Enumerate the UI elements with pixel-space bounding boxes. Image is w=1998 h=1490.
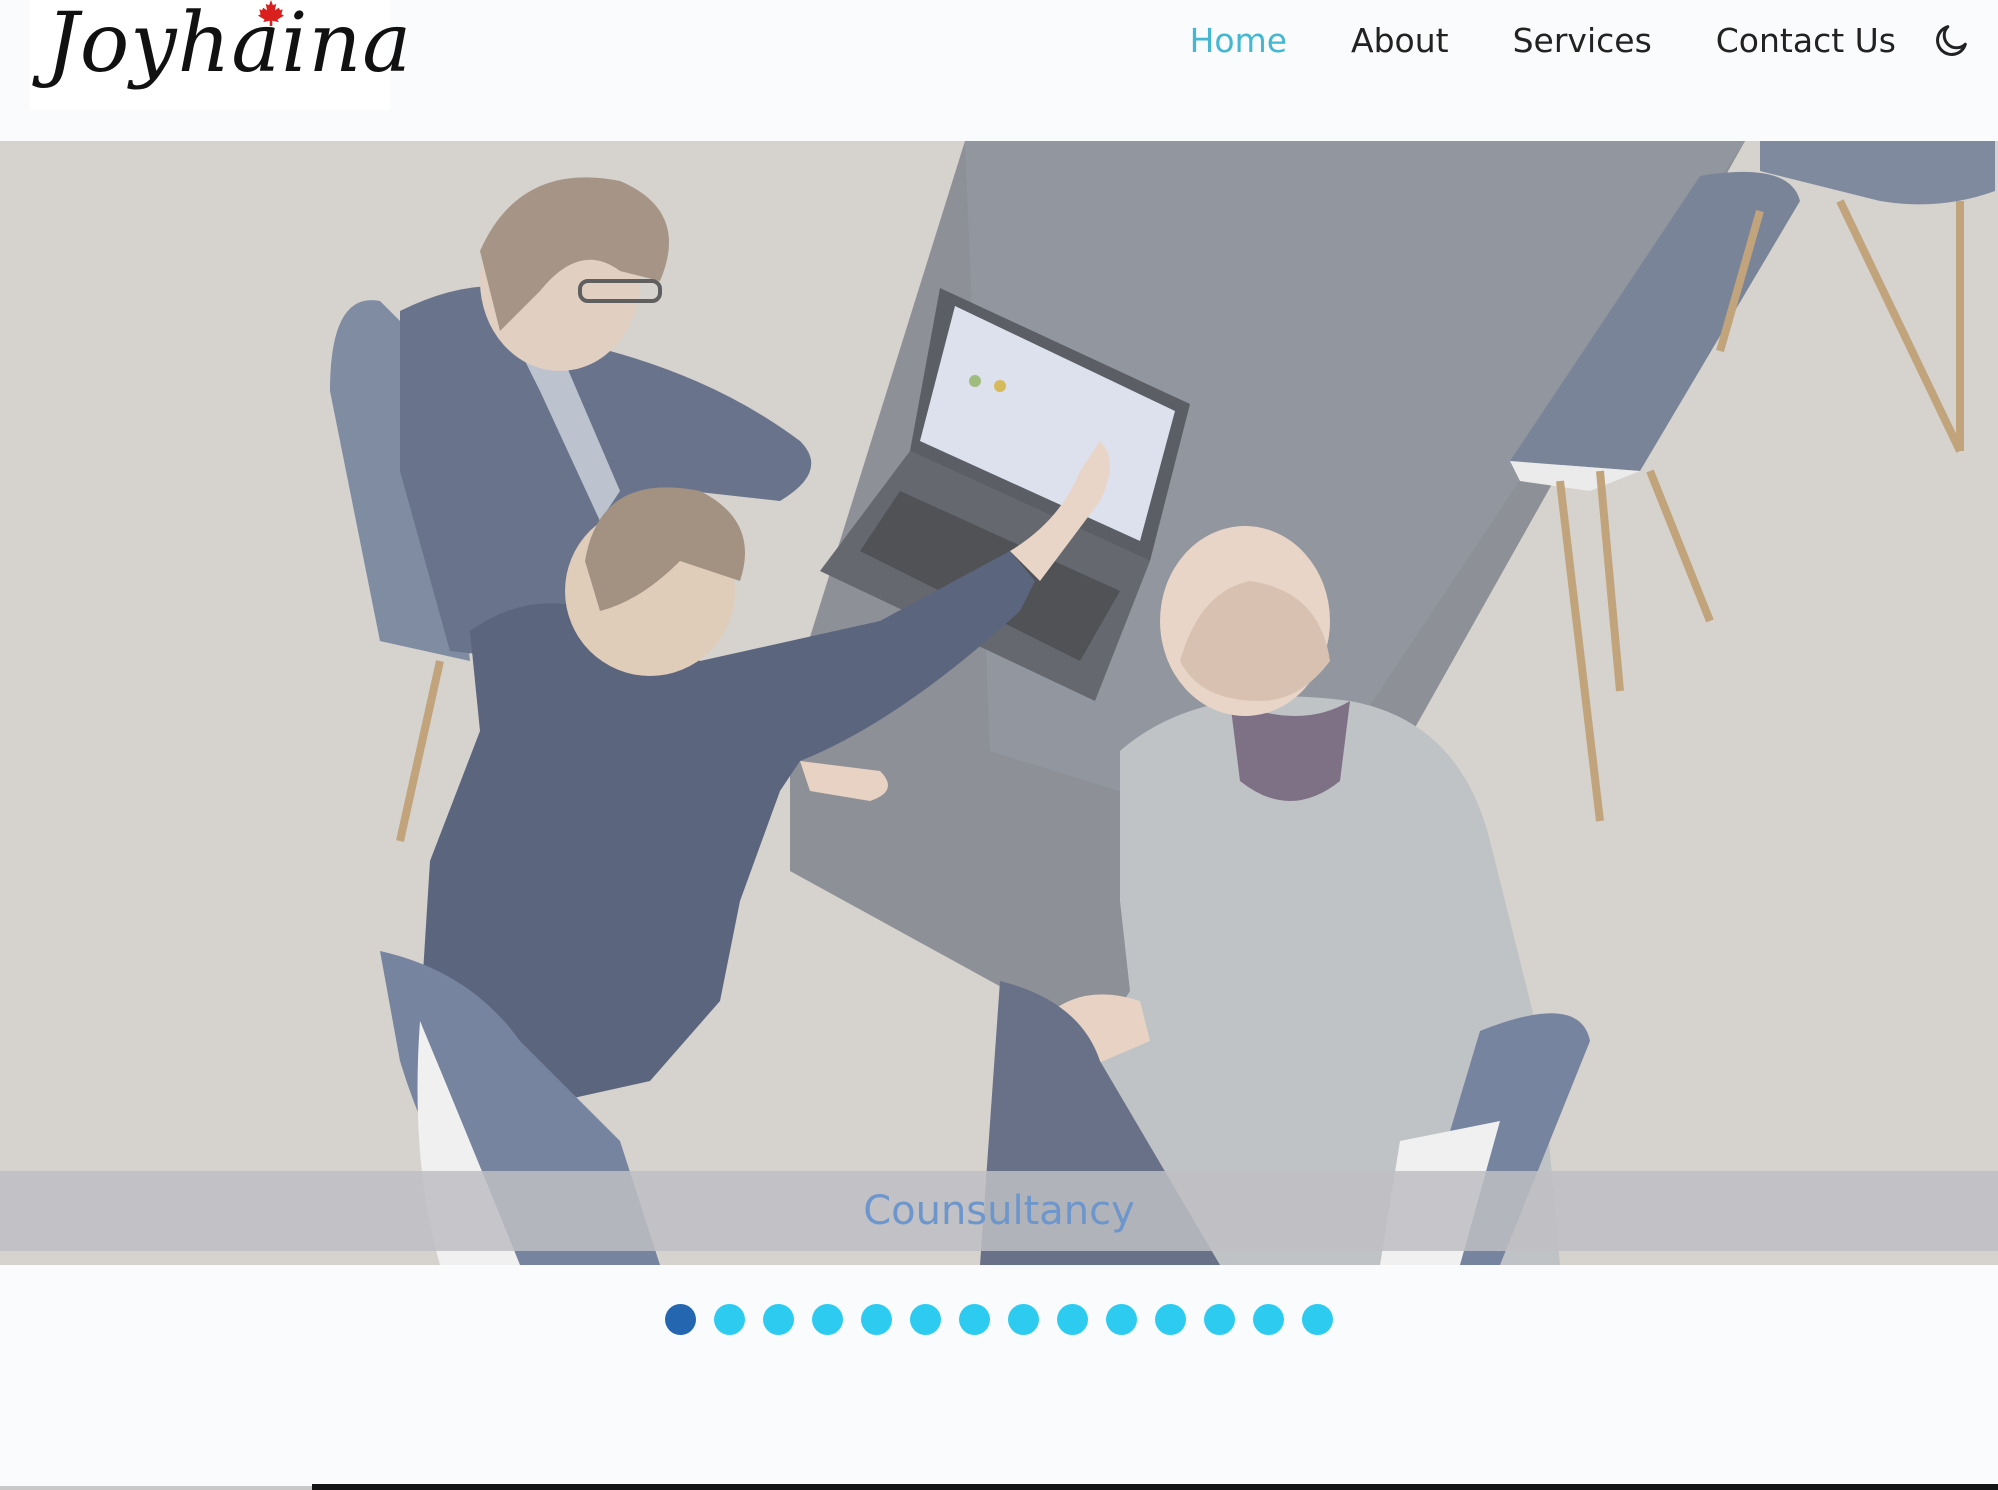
brand-name: Joyhaina bbox=[46, 0, 413, 91]
slide-caption: Counsultancy bbox=[863, 1188, 1135, 1234]
carousel-dot[interactable] bbox=[714, 1304, 745, 1335]
carousel-dot[interactable] bbox=[665, 1304, 696, 1335]
nav-contact-us[interactable]: Contact Us bbox=[1716, 21, 1896, 60]
site-header: Joyhaina Home About Services Contact Us bbox=[0, 0, 1998, 141]
carousel-dot[interactable] bbox=[1204, 1304, 1235, 1335]
carousel-dot[interactable] bbox=[1253, 1304, 1284, 1335]
nav-home[interactable]: Home bbox=[1190, 21, 1287, 60]
slide-caption-bar: Counsultancy bbox=[0, 1171, 1998, 1251]
maple-leaf-icon bbox=[258, 0, 284, 26]
hero-image bbox=[0, 141, 1998, 1265]
carousel-dot[interactable] bbox=[959, 1304, 990, 1335]
carousel-dot[interactable] bbox=[1155, 1304, 1186, 1335]
horizontal-scrollbar[interactable] bbox=[312, 1484, 1998, 1490]
carousel-dot[interactable] bbox=[910, 1304, 941, 1335]
carousel-dot[interactable] bbox=[1106, 1304, 1137, 1335]
scroll-track bbox=[0, 1486, 312, 1490]
moon-icon[interactable] bbox=[1932, 20, 1972, 60]
carousel-dot[interactable] bbox=[1008, 1304, 1039, 1335]
carousel-dot[interactable] bbox=[1057, 1304, 1088, 1335]
carousel-dot[interactable] bbox=[861, 1304, 892, 1335]
main-nav: Home About Services Contact Us bbox=[1126, 0, 1998, 80]
nav-services[interactable]: Services bbox=[1513, 21, 1652, 60]
carousel-dot[interactable] bbox=[1302, 1304, 1333, 1335]
carousel-dot[interactable] bbox=[763, 1304, 794, 1335]
brand-logo[interactable]: Joyhaina bbox=[30, 0, 411, 110]
nav-about[interactable]: About bbox=[1351, 21, 1449, 60]
hero-slider: Counsultancy bbox=[0, 141, 1998, 1265]
carousel-dot[interactable] bbox=[812, 1304, 843, 1335]
carousel-indicators bbox=[0, 1304, 1998, 1335]
